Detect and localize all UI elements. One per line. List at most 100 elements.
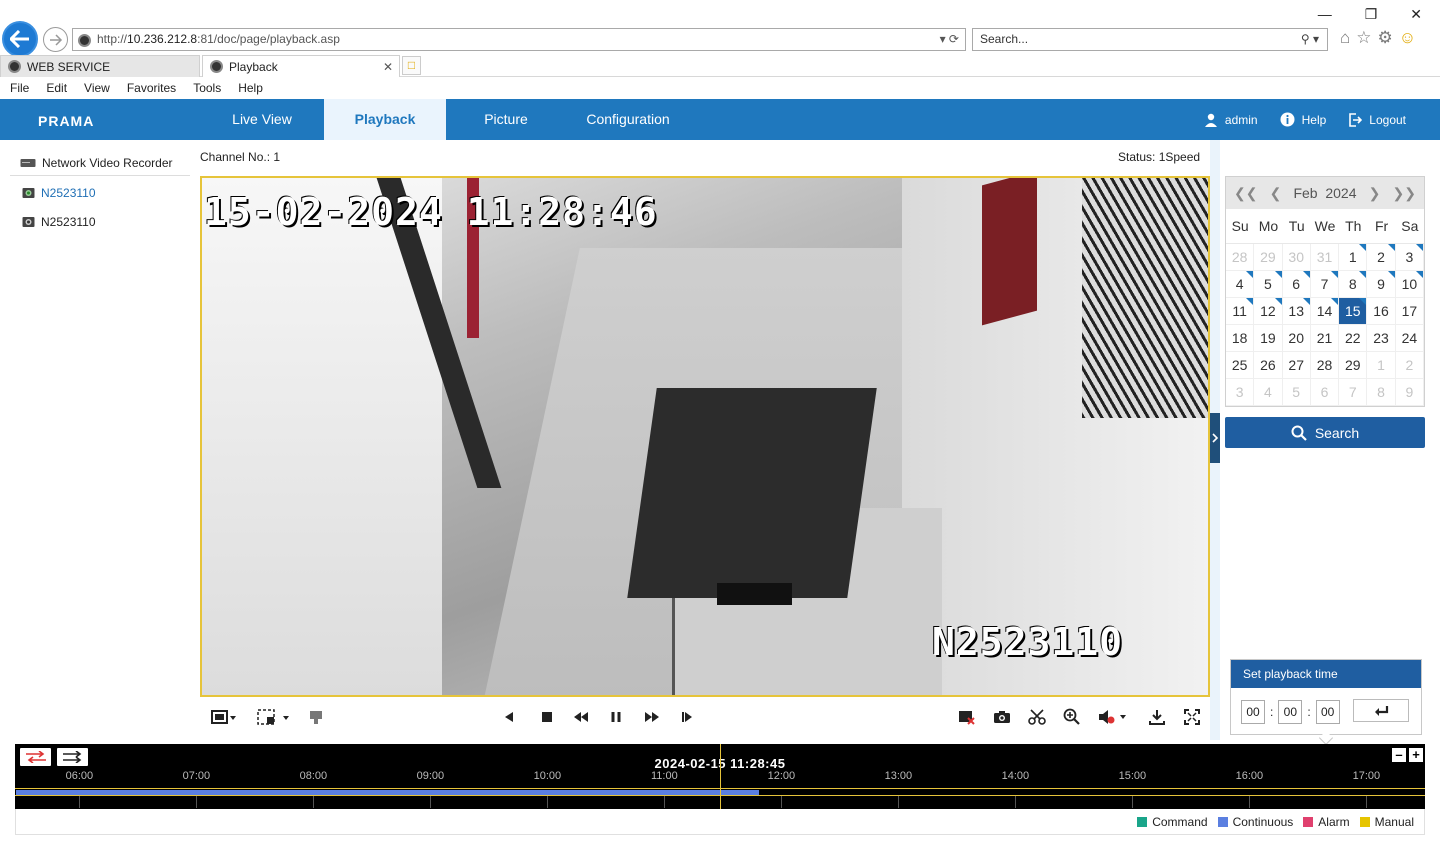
reverse-play-button[interactable] bbox=[498, 707, 520, 727]
favorites-star-icon[interactable]: ☆ bbox=[1356, 28, 1371, 48]
search-dropdown-icon[interactable]: ⚲ ▾ bbox=[1301, 29, 1319, 50]
capture-region-button[interactable] bbox=[256, 707, 292, 727]
calendar-day[interactable]: 26 bbox=[1254, 352, 1283, 379]
close-tab-icon[interactable]: ✕ bbox=[383, 56, 393, 78]
calendar-day[interactable]: 5 bbox=[1282, 379, 1311, 406]
calendar-day[interactable]: 14 bbox=[1310, 298, 1340, 325]
menu-edit[interactable]: Edit bbox=[46, 79, 67, 99]
tab-playback[interactable]: Playback bbox=[324, 99, 446, 140]
timeline-cursor[interactable] bbox=[720, 744, 722, 809]
forward-button[interactable] bbox=[43, 27, 68, 52]
refresh-icon[interactable]: ▾ ⟳ bbox=[940, 29, 959, 50]
calendar-day[interactable]: 12 bbox=[1254, 298, 1283, 325]
calendar-day[interactable]: 3 bbox=[1395, 244, 1424, 271]
calendar-day[interactable]: 9 bbox=[1395, 379, 1424, 406]
prev-year-icon[interactable]: ❮❮ bbox=[1234, 185, 1257, 202]
fullscreen-button[interactable] bbox=[1181, 707, 1203, 727]
collapse-panel-handle[interactable] bbox=[1210, 413, 1220, 463]
tab-live-view[interactable]: Live View bbox=[201, 99, 323, 140]
playback-timeline[interactable]: 2024-02-15 11:28:45 06:00 07:00 08:00 09:00… bbox=[15, 744, 1425, 809]
menu-favorites[interactable]: Favorites bbox=[127, 79, 176, 99]
calendar-day[interactable]: 20 bbox=[1282, 325, 1311, 352]
calendar-day[interactable]: 8 bbox=[1367, 379, 1396, 406]
help-link[interactable]: Help bbox=[1280, 112, 1326, 127]
apply-time-button[interactable] bbox=[1353, 699, 1409, 722]
calendar-day[interactable]: 19 bbox=[1254, 325, 1283, 352]
calendar-day[interactable]: 11 bbox=[1226, 298, 1255, 325]
calendar-day[interactable]: 1 bbox=[1339, 244, 1368, 271]
download-button[interactable] bbox=[1146, 707, 1168, 727]
calendar-day[interactable]: 16 bbox=[1367, 298, 1396, 325]
zoom-in-button[interactable]: + bbox=[1409, 748, 1423, 762]
calendar-day[interactable]: 7 bbox=[1310, 271, 1340, 298]
calendar-day[interactable]: 1 bbox=[1367, 352, 1396, 379]
browser-tab-playback[interactable]: Playback ✕ bbox=[202, 55, 400, 77]
menu-view[interactable]: View bbox=[84, 79, 110, 99]
back-button[interactable] bbox=[2, 21, 38, 57]
calendar-day[interactable]: 2 bbox=[1395, 352, 1424, 379]
ptz-button[interactable] bbox=[305, 707, 327, 727]
calendar-day-selected[interactable]: 15 bbox=[1339, 298, 1368, 325]
calendar-day[interactable]: 25 bbox=[1226, 352, 1255, 379]
digital-zoom-button[interactable] bbox=[1061, 707, 1083, 727]
calendar-day[interactable]: 27 bbox=[1282, 352, 1311, 379]
pause-button[interactable] bbox=[605, 707, 627, 727]
calendar-day[interactable]: 22 bbox=[1339, 325, 1368, 352]
audio-button[interactable] bbox=[1096, 707, 1132, 727]
calendar-day[interactable]: 23 bbox=[1367, 325, 1396, 352]
calendar-day[interactable]: 5 bbox=[1254, 271, 1283, 298]
stop-button[interactable] bbox=[536, 707, 558, 727]
smiley-feedback-icon[interactable]: ☺ bbox=[1399, 28, 1416, 48]
calendar-day[interactable]: 29 bbox=[1254, 244, 1283, 271]
calendar-day[interactable]: 21 bbox=[1310, 325, 1340, 352]
calendar-day[interactable]: 24 bbox=[1395, 325, 1424, 352]
video-player[interactable]: 15-02-2024 11:28:46 N2523110 bbox=[200, 176, 1210, 697]
calendar-day[interactable]: 18 bbox=[1226, 325, 1255, 352]
menu-tools[interactable]: Tools bbox=[193, 79, 221, 99]
calendar-day[interactable]: 3 bbox=[1226, 379, 1255, 406]
url-field[interactable]: http://10.236.212.8:81/doc/page/playback… bbox=[72, 28, 966, 51]
hour-field[interactable]: 00 bbox=[1241, 700, 1265, 724]
settings-gear-icon[interactable]: ⚙ bbox=[1378, 28, 1393, 48]
calendar-day[interactable]: 30 bbox=[1282, 244, 1311, 271]
menu-file[interactable]: File bbox=[10, 79, 29, 99]
calendar-day[interactable]: 10 bbox=[1395, 271, 1424, 298]
calendar-day[interactable]: 6 bbox=[1310, 379, 1340, 406]
next-month-icon[interactable]: ❯ bbox=[1369, 185, 1381, 202]
user-menu[interactable]: admin bbox=[1204, 113, 1258, 127]
home-icon[interactable]: ⌂ bbox=[1340, 28, 1350, 48]
tab-configuration[interactable]: Configuration bbox=[567, 99, 689, 140]
tab-picture[interactable]: Picture bbox=[445, 99, 567, 140]
calendar-day[interactable]: 9 bbox=[1367, 271, 1396, 298]
calendar-day[interactable]: 31 bbox=[1310, 244, 1340, 271]
calendar-day[interactable]: 6 bbox=[1282, 271, 1311, 298]
window-layout-button[interactable] bbox=[206, 707, 242, 727]
stop-all-button[interactable] bbox=[956, 707, 978, 727]
calendar-day[interactable]: 28 bbox=[1226, 244, 1255, 271]
snapshot-button[interactable] bbox=[991, 707, 1013, 727]
fast-forward-button[interactable] bbox=[641, 707, 663, 727]
new-tab-button[interactable]: □ bbox=[402, 56, 421, 75]
camera-item[interactable]: N2523110 bbox=[10, 180, 190, 205]
calendar-day[interactable]: 8 bbox=[1339, 271, 1368, 298]
next-year-icon[interactable]: ❯❯ bbox=[1393, 185, 1416, 202]
search-button[interactable]: Search bbox=[1225, 417, 1425, 448]
calendar-day[interactable]: 7 bbox=[1339, 379, 1368, 406]
calendar-day[interactable]: 17 bbox=[1395, 298, 1424, 325]
calendar-day[interactable]: 29 bbox=[1339, 352, 1368, 379]
prev-month-icon[interactable]: ❮ bbox=[1270, 185, 1282, 202]
browser-search-input[interactable]: Search... ⚲ ▾ bbox=[972, 28, 1328, 51]
single-frame-button[interactable] bbox=[676, 707, 698, 727]
logout-link[interactable]: Logout bbox=[1348, 113, 1406, 127]
calendar-day[interactable]: 2 bbox=[1367, 244, 1396, 271]
menu-help[interactable]: Help bbox=[238, 79, 263, 99]
calendar-day[interactable]: 4 bbox=[1254, 379, 1283, 406]
calendar-day[interactable]: 4 bbox=[1226, 271, 1255, 298]
clip-button[interactable] bbox=[1026, 707, 1048, 727]
calendar-day[interactable]: 28 bbox=[1310, 352, 1340, 379]
slow-forward-button[interactable] bbox=[570, 707, 592, 727]
camera-item[interactable]: N2523110 bbox=[10, 209, 190, 234]
calendar-day[interactable]: 13 bbox=[1282, 298, 1311, 325]
device-node[interactable]: Network Video Recorder bbox=[10, 150, 190, 176]
zoom-out-button[interactable]: – bbox=[1392, 748, 1406, 762]
